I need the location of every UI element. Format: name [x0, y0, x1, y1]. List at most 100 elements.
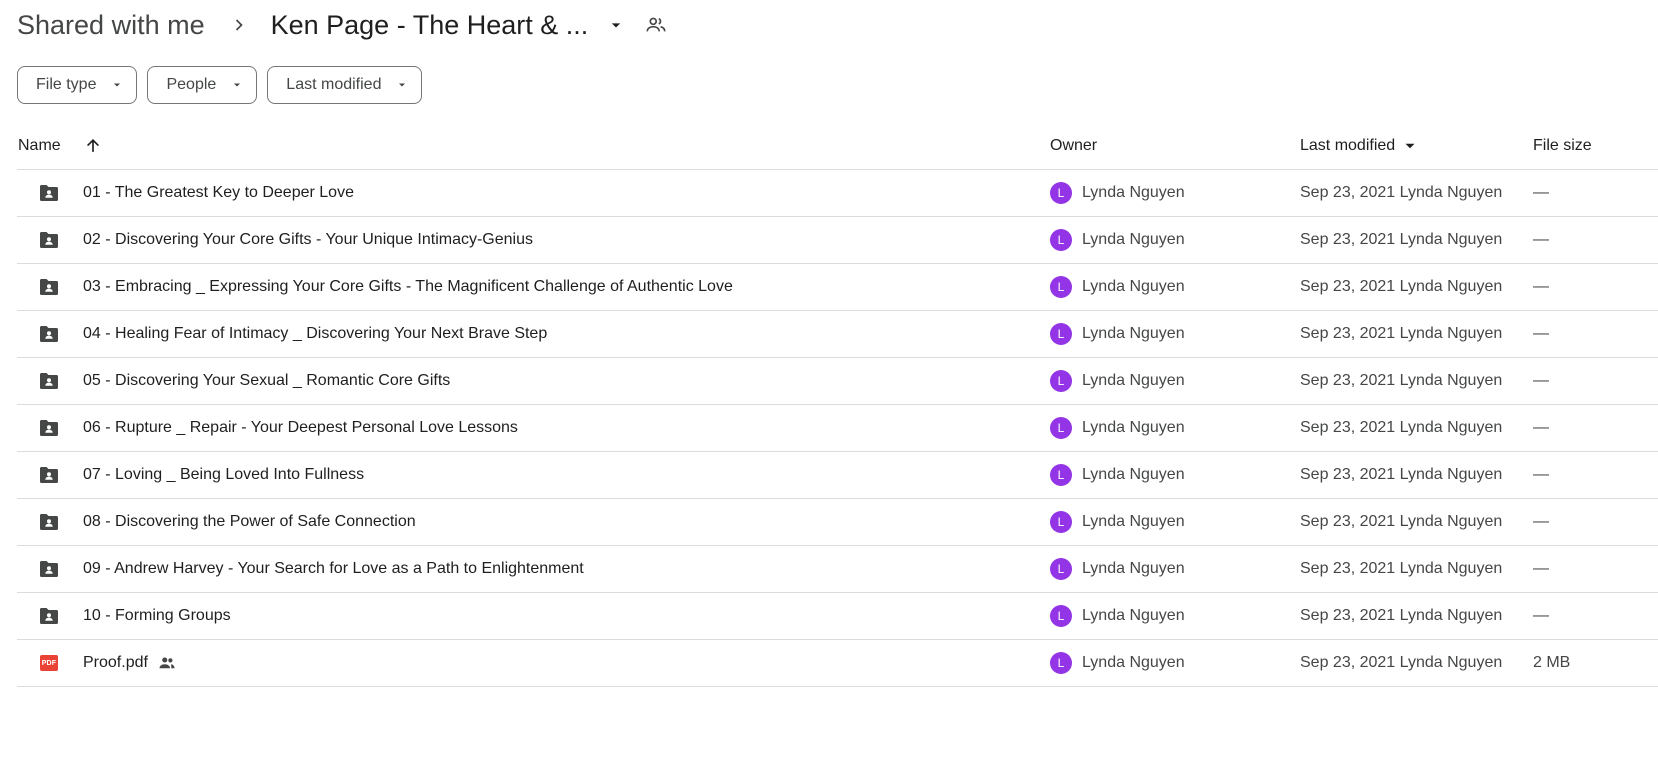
- pdf-icon: PDF: [37, 640, 61, 686]
- shared-folder-icon: [37, 217, 61, 263]
- file-size-cell: —: [1533, 325, 1549, 342]
- file-name-label: 03 - Embracing _ Expressing Your Core Gi…: [83, 278, 733, 295]
- avatar[interactable]: L: [1050, 464, 1072, 486]
- last-modified-cell: Sep 23, 2021 Lynda Nguyen: [1300, 466, 1503, 483]
- file-size-cell: —: [1533, 184, 1549, 201]
- file-name[interactable]: Proof.pdf: [83, 640, 176, 686]
- avatar[interactable]: L: [1050, 558, 1072, 580]
- chevron-right-icon: [227, 13, 251, 37]
- avatar[interactable]: L: [1050, 276, 1072, 298]
- file-name-label: 02 - Discovering Your Core Gifts - Your …: [83, 231, 533, 248]
- file-name-label: 09 - Andrew Harvey - Your Search for Lov…: [83, 560, 584, 577]
- file-size-cell: —: [1533, 607, 1549, 624]
- avatar[interactable]: L: [1050, 229, 1072, 251]
- owner-cell: L Lynda Nguyen: [1050, 640, 1185, 686]
- filter-file-type[interactable]: File type: [17, 66, 138, 104]
- file-name[interactable]: 09 - Andrew Harvey - Your Search for Lov…: [83, 546, 584, 592]
- table-row[interactable]: 10 - Forming Groups L Lynda Nguyen Sep 23, …: [17, 593, 1658, 640]
- file-name[interactable]: 02 - Discovering Your Core Gifts - Your …: [83, 217, 533, 263]
- last-modified-cell: Sep 23, 2021 Lynda Nguyen: [1300, 607, 1503, 624]
- avatar[interactable]: L: [1050, 417, 1072, 439]
- last-modified-cell: Sep 23, 2021 Lynda Nguyen: [1300, 654, 1503, 671]
- avatar[interactable]: L: [1050, 652, 1072, 674]
- file-name[interactable]: 04 - Healing Fear of Intimacy _ Discover…: [83, 311, 547, 357]
- shared-folder-icon: [37, 311, 61, 357]
- column-header-owner[interactable]: Owner: [1050, 123, 1097, 169]
- filter-last-modified[interactable]: Last modified: [267, 66, 423, 104]
- file-name[interactable]: 01 - The Greatest Key to Deeper Love: [83, 170, 354, 216]
- file-name-label: Proof.pdf: [83, 654, 148, 671]
- people-icon[interactable]: [644, 13, 668, 37]
- table-row[interactable]: 03 - Embracing _ Expressing Your Core Gi…: [17, 264, 1658, 311]
- file-name-label: 01 - The Greatest Key to Deeper Love: [83, 184, 354, 201]
- owner-name: Lynda Nguyen: [1082, 513, 1185, 530]
- avatar[interactable]: L: [1050, 323, 1072, 345]
- owner-cell: L Lynda Nguyen: [1050, 170, 1185, 216]
- owner-name: Lynda Nguyen: [1082, 278, 1185, 295]
- column-header-last-modified[interactable]: Last modified: [1300, 123, 1419, 169]
- filter-label: File type: [36, 76, 97, 93]
- avatar[interactable]: L: [1050, 511, 1072, 533]
- shared-folder-icon: [37, 499, 61, 545]
- file-table: Name Owner Last modified File size 01 - …: [17, 123, 1658, 687]
- file-size-cell: —: [1533, 513, 1549, 530]
- table-row[interactable]: 07 - Loving _ Being Loved Into Fullness L…: [17, 452, 1658, 499]
- table-row[interactable]: 02 - Discovering Your Core Gifts - Your …: [17, 217, 1658, 264]
- owner-cell: L Lynda Nguyen: [1050, 311, 1185, 357]
- arrow-drop-down-icon[interactable]: [604, 13, 628, 37]
- file-name-label: 08 - Discovering the Power of Safe Conne…: [83, 513, 416, 530]
- column-header-file-size[interactable]: File size: [1533, 123, 1592, 169]
- owner-name: Lynda Nguyen: [1082, 654, 1185, 671]
- file-size-cell: —: [1533, 419, 1549, 436]
- file-name-label: 06 - Rupture _ Repair - Your Deepest Per…: [83, 419, 518, 436]
- owner-cell: L Lynda Nguyen: [1050, 593, 1185, 639]
- file-size-cell: —: [1533, 278, 1549, 295]
- filter-label: Last modified: [286, 76, 382, 93]
- breadcrumb-current-folder[interactable]: Ken Page - The Heart & ...: [271, 10, 589, 41]
- last-modified-cell: Sep 23, 2021 Lynda Nguyen: [1300, 278, 1503, 295]
- owner-name: Lynda Nguyen: [1082, 372, 1185, 389]
- file-name[interactable]: 07 - Loving _ Being Loved Into Fullness: [83, 452, 364, 498]
- arrow-drop-down-icon: [110, 78, 124, 92]
- table-row[interactable]: PDF Proof.pdf L Lynda Nguyen Sep 23, 2021 Ly…: [17, 640, 1658, 687]
- avatar[interactable]: L: [1050, 605, 1072, 627]
- arrow-up-icon[interactable]: [83, 123, 103, 169]
- shared-folder-icon: [37, 358, 61, 404]
- file-size-cell: —: [1533, 466, 1549, 483]
- table-row[interactable]: 04 - Healing Fear of Intimacy _ Discover…: [17, 311, 1658, 358]
- filter-people[interactable]: People: [147, 66, 258, 104]
- pdf-badge: PDF: [40, 655, 58, 671]
- last-modified-cell: Sep 23, 2021 Lynda Nguyen: [1300, 325, 1503, 342]
- file-name[interactable]: 10 - Forming Groups: [83, 593, 231, 639]
- column-header-last-modified-label: Last modified: [1300, 137, 1396, 154]
- table-row[interactable]: 08 - Discovering the Power of Safe Conne…: [17, 499, 1658, 546]
- column-header-name[interactable]: Name: [18, 123, 61, 169]
- file-name[interactable]: 08 - Discovering the Power of Safe Conne…: [83, 499, 416, 545]
- file-name[interactable]: 06 - Rupture _ Repair - Your Deepest Per…: [83, 405, 518, 451]
- last-modified-cell: Sep 23, 2021 Lynda Nguyen: [1300, 560, 1503, 577]
- breadcrumb: Shared with me Ken Page - The Heart & ..…: [17, 6, 668, 44]
- table-body: 01 - The Greatest Key to Deeper Love L Lyn…: [17, 170, 1658, 687]
- file-size-cell: —: [1533, 231, 1549, 248]
- table-row[interactable]: 05 - Discovering Your Sexual _ Romantic …: [17, 358, 1658, 405]
- shared-folder-icon: [37, 264, 61, 310]
- arrow-drop-down-icon: [230, 78, 244, 92]
- avatar[interactable]: L: [1050, 182, 1072, 204]
- owner-name: Lynda Nguyen: [1082, 184, 1185, 201]
- file-name[interactable]: 03 - Embracing _ Expressing Your Core Gi…: [83, 264, 733, 310]
- breadcrumb-shared-with-me[interactable]: Shared with me: [17, 8, 205, 43]
- table-row[interactable]: 01 - The Greatest Key to Deeper Love L Lyn…: [17, 170, 1658, 217]
- filter-bar: File type People Last modified: [17, 66, 423, 104]
- shared-folder-icon: [37, 405, 61, 451]
- avatar[interactable]: L: [1050, 370, 1072, 392]
- owner-cell: L Lynda Nguyen: [1050, 499, 1185, 545]
- file-name-label: 07 - Loving _ Being Loved Into Fullness: [83, 466, 365, 483]
- owner-cell: L Lynda Nguyen: [1050, 405, 1185, 451]
- file-name[interactable]: 05 - Discovering Your Sexual _ Romantic …: [83, 358, 450, 404]
- table-row[interactable]: 09 - Andrew Harvey - Your Search for Lov…: [17, 546, 1658, 593]
- arrow-drop-down-icon: [395, 78, 409, 92]
- shared-folder-icon: [37, 170, 61, 216]
- table-row[interactable]: 06 - Rupture _ Repair - Your Deepest Per…: [17, 405, 1658, 452]
- table-header: Name Owner Last modified File size: [17, 123, 1658, 170]
- owner-name: Lynda Nguyen: [1082, 607, 1185, 624]
